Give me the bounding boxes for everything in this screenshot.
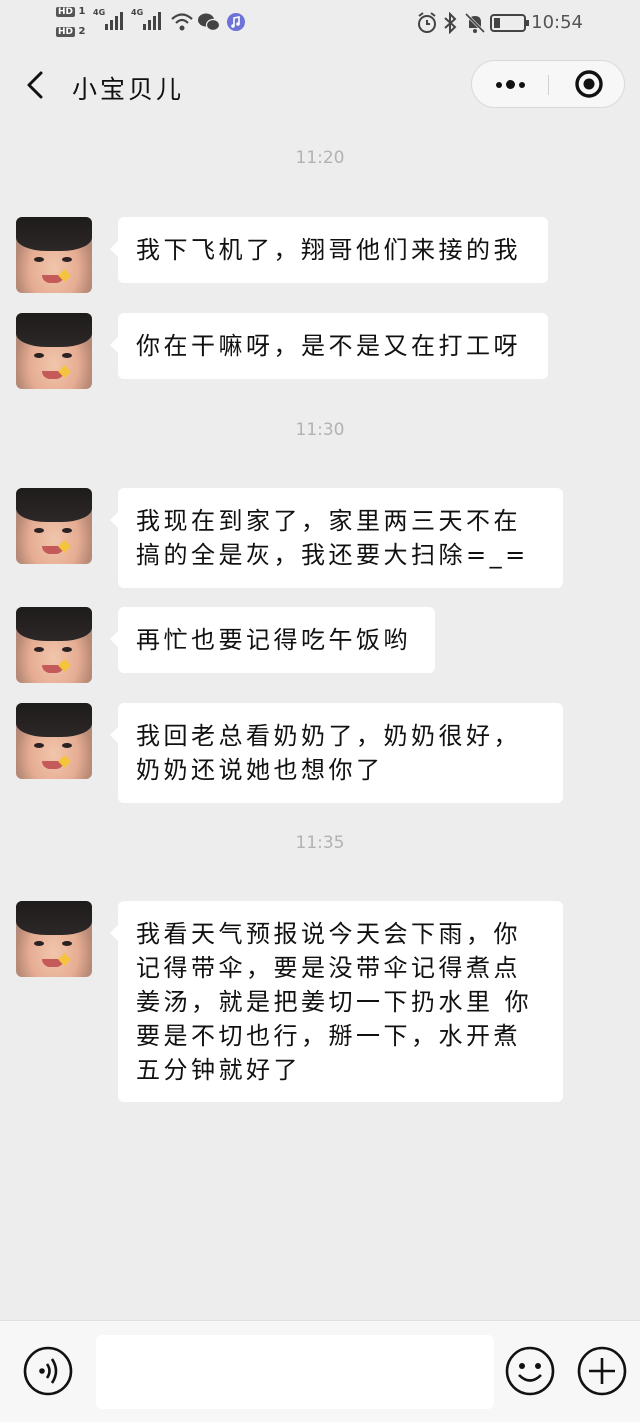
avatar[interactable] [16,703,92,779]
chat-area[interactable]: 11:20 我下飞机了，翔哥他们来接的我 你在干嘛呀，是不是又在打工呀 11:3… [0,122,640,1320]
avatar[interactable] [16,488,92,564]
alarm-icon [418,12,436,33]
wifi-icon [171,13,193,31]
avatar[interactable] [16,313,92,389]
status-time: 10:54 [531,12,583,33]
message-bubble[interactable]: 我下飞机了，翔哥他们来接的我 [110,217,548,283]
sim1-indicator: HD 1 [56,6,85,17]
target-circle-icon[interactable] [549,61,625,107]
avatar[interactable] [16,607,92,683]
voice-icon[interactable] [22,1345,74,1397]
time-label: 11:20 [295,148,345,168]
status-bar: HD 1 HD 2 4G 4G 10:54 [0,0,640,48]
input-bar [0,1320,640,1422]
chat-title: 小宝贝儿 [72,75,185,104]
bluetooth-icon [444,12,457,34]
message-input[interactable] [96,1335,494,1409]
battery-icon [490,14,529,32]
music-icon [227,13,245,31]
chevron-left-icon[interactable] [22,70,50,100]
sim2-label: HD [56,27,76,37]
sim1-number: 1 [78,6,86,17]
avatar[interactable] [16,901,92,977]
network-1-label: 4G [93,8,106,17]
time-label: 11:30 [295,420,345,440]
message-bubble[interactable]: 你在干嘛呀，是不是又在打工呀 [110,313,548,379]
emoji-icon[interactable] [504,1345,556,1397]
message-bubble[interactable]: 我现在到家了，家里两三天不在 搞的全是灰，我还要大扫除=_= [110,488,563,588]
time-label: 11:35 [295,833,345,853]
message-bubble[interactable]: 我看天气预报说今天会下雨，你 记得带伞，要是没带伞记得煮点 姜汤，就是把姜切一下… [110,901,563,1102]
more-button[interactable] [472,61,548,107]
message-bubble[interactable]: 再忙也要记得吃午饭哟 [110,607,435,673]
sim2-number: 2 [78,26,86,37]
sim1-label: HD [56,7,76,17]
wechat-icon [198,13,220,32]
mute-icon [464,12,486,34]
chat-header: 小宝贝儿 [0,48,640,122]
message-bubble[interactable]: 我回老总看奶奶了，奶奶很好， 奶奶还说她也想你了 [110,703,563,803]
avatar[interactable] [16,217,92,293]
miniprogram-capsule [471,60,625,108]
plus-icon[interactable] [576,1345,628,1397]
sim2-indicator: HD 2 [56,26,85,37]
network-2-label: 4G [131,8,144,17]
